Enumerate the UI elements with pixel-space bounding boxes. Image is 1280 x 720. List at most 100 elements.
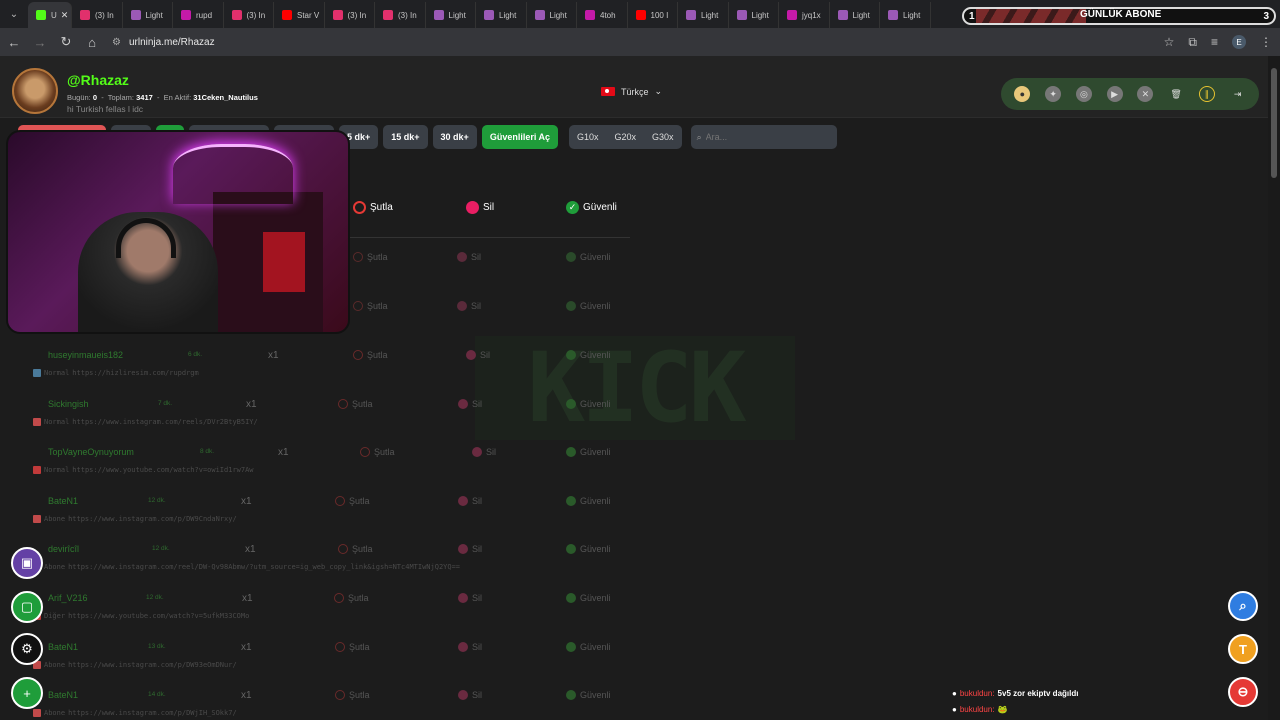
trash-icon[interactable]: 🗑 — [1168, 86, 1184, 102]
row-safe-button[interactable]: Güvenli — [566, 642, 611, 652]
browser-tab[interactable]: rupd — [173, 2, 224, 28]
goal-title: GÜNLÜK ABONE — [1080, 9, 1162, 20]
browser-tab[interactable]: Light — [426, 2, 476, 28]
filter-g10x[interactable]: G10x — [569, 125, 607, 149]
filter-30min-button[interactable]: 30 dk+ — [432, 125, 477, 149]
close-tab-icon[interactable]: ✕ — [61, 10, 69, 21]
row-username[interactable]: huseyinmaueis182 — [48, 350, 123, 360]
cookie-icon[interactable]: ● — [1014, 86, 1031, 102]
browser-tab[interactable]: (3) In — [224, 2, 274, 28]
browser-tab[interactable]: (3) In — [325, 2, 375, 28]
pause-icon[interactable]: ∥ — [1198, 86, 1215, 102]
row-delete-button[interactable]: Sil — [458, 399, 482, 409]
row-skip-button[interactable]: Şutla — [335, 642, 370, 652]
open-safe-button[interactable]: Güvenlileri Aç — [481, 125, 559, 149]
row-link[interactable]: Abone https://www.instagram.com/p/DWjIH_S… — [33, 709, 237, 717]
browser-menu-icon[interactable]: ⋮ — [1260, 35, 1272, 49]
browser-tab[interactable]: Light — [678, 2, 729, 28]
row-safe-button[interactable]: Güvenli — [566, 593, 611, 603]
filter-g30x[interactable]: G30x — [644, 125, 682, 149]
row-username[interactable]: BateN1 — [48, 496, 78, 506]
lightshot-icon — [888, 10, 898, 20]
row-skip-button[interactable]: Şutla — [334, 593, 369, 603]
youtube-icon[interactable]: ▶ — [1106, 86, 1123, 102]
filter-g20x[interactable]: G20x — [607, 125, 645, 149]
site-info-icon[interactable]: ⚙ — [112, 37, 121, 48]
bookmark-star-icon[interactable]: ☆ — [1164, 35, 1175, 49]
instagram-icon[interactable]: ◎ — [1075, 86, 1092, 102]
media-controls-icon[interactable]: ≡ — [1211, 35, 1218, 49]
browser-tab[interactable]: (3) In — [72, 2, 123, 28]
row-username[interactable]: TopVayneOynuyorum — [48, 447, 134, 457]
url-field[interactable]: ⚙ urlninja.me/Rhazaz — [112, 31, 215, 53]
row-link[interactable]: Abone https://www.instagram.com/reel/DW-Q… — [33, 563, 460, 571]
browser-tab[interactable]: 4toh — [577, 2, 628, 28]
language-select[interactable]: Türkçe ⌄ — [601, 86, 662, 97]
row-delete-button[interactable]: Sil — [466, 350, 490, 360]
row-link[interactable]: Abone https://www.instagram.com/p/DW93eOm… — [33, 661, 237, 669]
row-delete-button[interactable]: Sil — [472, 447, 496, 457]
browser-tab[interactable]: U ✕ — [28, 2, 72, 28]
row-link[interactable]: Abone https://www.instagram.com/p/DW9Cnda… — [33, 515, 237, 523]
browser-tab[interactable]: Light — [830, 2, 880, 28]
row-delete-button[interactable]: Sil — [458, 544, 482, 554]
browser-tab[interactable]: 100 I — [628, 2, 678, 28]
logout-icon[interactable]: ⇥ — [1230, 86, 1246, 102]
browser-tab[interactable]: jyq1x — [779, 2, 830, 28]
kick-button[interactable]: ▢ — [11, 591, 43, 623]
row-skip-button[interactable]: Şutla — [353, 350, 388, 360]
row-link[interactable]: Normal https://www.instagram.com/reels/DV… — [33, 418, 258, 426]
row-delete-button[interactable]: Sil — [458, 642, 482, 652]
row-skip-button[interactable]: Şutla — [338, 544, 373, 554]
scrollbar-thumb[interactable] — [1271, 68, 1277, 178]
row-safe-button[interactable]: Güvenli — [566, 399, 611, 409]
twitter-icon[interactable]: ✦ — [1045, 86, 1062, 102]
row-safe-button[interactable]: Güvenli — [566, 350, 611, 360]
row-skip-button[interactable]: Şutla — [335, 690, 370, 700]
page-scrollbar[interactable] — [1268, 56, 1280, 720]
row-delete-button[interactable]: Sil — [458, 496, 482, 506]
row-username[interactable]: Sickingish — [48, 399, 89, 409]
browser-tab[interactable]: (3) In — [375, 2, 426, 28]
row-skip-button[interactable]: Şutla — [335, 496, 370, 506]
browser-tab[interactable]: Light — [476, 2, 527, 28]
browser-tab[interactable]: Light — [527, 2, 577, 28]
settings-button[interactable]: ⚙ — [11, 633, 43, 665]
row-username[interactable]: BateN1 — [48, 690, 78, 700]
filter-15min-button[interactable]: 15 dk+ — [383, 125, 428, 149]
row-safe-button[interactable]: Güvenli — [566, 496, 611, 506]
search-fab[interactable]: ⌕ — [1228, 591, 1258, 621]
row-safe-button[interactable]: Güvenli — [566, 447, 611, 457]
row-link[interactable]: Normal https://hizliresim.com/rupdrgm — [33, 369, 199, 377]
row-username[interactable]: devirîcîl — [48, 544, 79, 554]
home-icon[interactable]: ⌂ — [80, 30, 104, 54]
back-icon[interactable]: ← — [2, 30, 26, 54]
tab-label: (3) In — [95, 10, 114, 20]
row-skip-button[interactable]: Şutla — [338, 399, 373, 409]
extensions-icon[interactable]: ⧉ — [1188, 35, 1197, 50]
browser-tab[interactable]: Star V — [274, 2, 325, 28]
row-skip-button[interactable]: Şutla — [360, 447, 395, 457]
row-username[interactable]: Arif_V216 — [48, 593, 88, 603]
tab-search-icon[interactable]: ⌄ — [0, 0, 28, 28]
row-username[interactable]: BateN1 — [48, 642, 78, 652]
row-safe-button[interactable]: Güvenli — [566, 544, 611, 554]
reload-icon[interactable]: ↻ — [54, 30, 78, 54]
row-delete-button[interactable]: Sil — [458, 593, 482, 603]
profile-avatar[interactable]: E — [1232, 35, 1246, 49]
remove-user-fab[interactable]: ⊖ — [1228, 677, 1258, 707]
browser-tab[interactable]: Light — [123, 2, 173, 28]
row-link[interactable]: Normal https://www.youtube.com/watch?v=ow… — [33, 466, 254, 474]
browser-tab[interactable]: Light — [880, 2, 931, 28]
search-input[interactable] — [705, 132, 826, 142]
twitch-button[interactable]: ▣ — [11, 547, 43, 579]
row-safe-button[interactable]: Güvenli — [566, 690, 611, 700]
row-delete-button[interactable]: Sil — [458, 690, 482, 700]
x-social-icon[interactable]: ✕ — [1137, 86, 1154, 102]
row-link[interactable]: Diğer https://www.youtube.com/watch?v=5uf… — [33, 612, 249, 620]
add-user-button[interactable]: + — [11, 677, 43, 709]
forward-icon[interactable]: → — [28, 30, 52, 54]
browser-tab[interactable]: Light — [729, 2, 779, 28]
translate-fab[interactable]: T — [1228, 634, 1258, 664]
tab-label: Light — [448, 10, 466, 20]
